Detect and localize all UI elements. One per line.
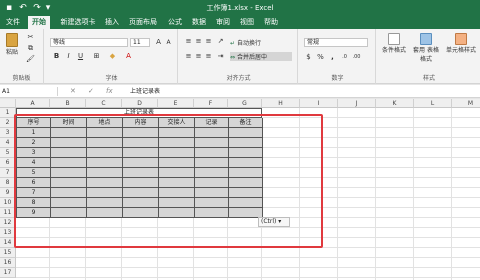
clipboard-label: 剪贴板 (12, 75, 31, 82)
tab-page-layout[interactable]: 页面布局 (126, 16, 160, 29)
column-header[interactable]: D (122, 99, 158, 108)
gridline (16, 257, 480, 258)
gridline (16, 277, 480, 278)
window-title: 工作簿1.xlsx - Excel (206, 4, 274, 12)
column-header[interactable]: E (158, 99, 194, 108)
paste-button[interactable]: 粘贴 (4, 33, 20, 56)
accounting-icon[interactable]: $ (304, 53, 313, 62)
title-bar: ▪ ↶ ↷ ▾ 工作簿1.xlsx - Excel (0, 0, 480, 16)
font-name-select[interactable]: 等线 (50, 38, 128, 47)
column-header[interactable]: G (228, 99, 262, 108)
indent-icon[interactable]: ⇥ (216, 52, 225, 61)
gridline (451, 108, 452, 280)
merge-center-button[interactable]: ⇔ 合并后居中 (230, 52, 292, 61)
tab-review[interactable]: 审阅 (214, 16, 232, 29)
alignment-group: ≡ ≡ ≡ ↗ ≡ ≡ ≡ ⇥ ↵ 自动换行 ⇔ 合并后居中 对齐方式 (180, 29, 298, 84)
column-header[interactable]: B (50, 99, 86, 108)
tab-file[interactable]: 文件 (4, 16, 22, 29)
tab-formulas[interactable]: 公式 (166, 16, 184, 29)
align-middle-icon[interactable]: ≡ (194, 37, 203, 46)
customize-quick-access-icon[interactable]: ▾ (44, 2, 52, 14)
gridline (16, 267, 480, 268)
select-all-corner[interactable] (0, 99, 16, 108)
save-icon[interactable]: ▪ (4, 2, 14, 14)
column-header[interactable]: C (86, 99, 122, 108)
format-as-table-icon (420, 33, 432, 45)
orientation-icon[interactable]: ↗ (216, 37, 225, 46)
gridline (413, 108, 414, 280)
cell-styles-icon (455, 33, 467, 45)
name-box[interactable]: A1 (2, 87, 58, 96)
row-header[interactable]: 17 (0, 268, 16, 278)
undo-icon[interactable]: ↶ (18, 2, 28, 14)
conditional-formatting-button[interactable]: 条件格式 (380, 33, 408, 54)
number-label: 数字 (331, 75, 344, 82)
paste-icon (6, 33, 18, 47)
column-header[interactable]: I (300, 99, 338, 108)
grow-font-icon[interactable]: A (154, 38, 163, 47)
tab-data[interactable]: 数据 (190, 16, 208, 29)
align-left-icon[interactable]: ≡ (184, 52, 193, 61)
fill-color-icon[interactable]: ◆ (108, 52, 117, 61)
font-size-select[interactable]: 11 (130, 38, 150, 47)
number-format-select[interactable]: 常规 (304, 38, 368, 47)
alignment-label: 对齐方式 (226, 75, 251, 82)
ribbon-tabs: 文件 开始 新建选项卡 插入 页面布局 公式 数据 审阅 视图 帮助 (0, 16, 480, 29)
redo-icon[interactable]: ↷ (32, 2, 42, 14)
cell-styles-button[interactable]: 单元格样式 (444, 33, 478, 54)
tab-view[interactable]: 视图 (238, 16, 256, 29)
paste-options-button[interactable]: (Ctrl) ▾ (258, 217, 290, 227)
copy-icon[interactable]: ⧉ (26, 44, 35, 53)
align-center-icon[interactable]: ≡ (194, 52, 203, 61)
tab-new[interactable]: 新建选项卡 (56, 16, 100, 29)
shrink-font-icon[interactable]: A (164, 38, 173, 47)
align-top-icon[interactable]: ≡ (184, 37, 193, 46)
tab-help[interactable]: 帮助 (262, 16, 280, 29)
formula-input[interactable]: 上班记录表 (130, 86, 160, 97)
border-icon[interactable]: ⊞ (92, 52, 101, 61)
italic-button[interactable]: I (64, 52, 73, 61)
tab-home[interactable]: 开始 (28, 16, 50, 29)
decrease-decimal-icon[interactable]: .00 (352, 53, 361, 62)
align-bottom-icon[interactable]: ≡ (204, 37, 213, 46)
gridline (337, 108, 338, 280)
row-header[interactable]: 15 (0, 248, 16, 258)
merge-icon: ⇔ (230, 54, 236, 61)
font-color-icon[interactable]: A (124, 52, 133, 61)
column-header[interactable]: K (376, 99, 414, 108)
styles-group: 条件格式 套用 表格格式 单元格样式 样式 (378, 29, 480, 84)
increase-decimal-icon[interactable]: .0 (340, 53, 349, 62)
row-header[interactable]: 16 (0, 258, 16, 268)
number-group: 常规 $ % , .0 .00 数字 (300, 29, 376, 84)
align-right-icon[interactable]: ≡ (204, 52, 213, 61)
formula-bar: A1 ✕ ✓ fx 上班记录表 (0, 85, 480, 98)
cancel-icon[interactable]: ✕ (70, 86, 76, 97)
column-header[interactable]: A (16, 99, 50, 108)
column-header[interactable]: F (194, 99, 228, 108)
column-header[interactable]: J (338, 99, 376, 108)
column-header[interactable]: M (452, 99, 480, 108)
highlight-rectangle (14, 114, 323, 248)
format-as-table-button[interactable]: 套用 表格格式 (412, 33, 440, 63)
conditional-formatting-icon (388, 33, 400, 45)
gridline (375, 108, 376, 280)
percent-button[interactable]: % (316, 53, 325, 62)
wrap-text-icon: ↵ (230, 40, 236, 47)
tab-insert[interactable]: 插入 (104, 16, 120, 29)
wrap-text-button[interactable]: ↵ 自动换行 (230, 38, 290, 47)
styles-label: 样式 (422, 75, 435, 82)
column-header[interactable]: H (262, 99, 300, 108)
font-group: 等线 11 A A B I U ⊞ ◆ A 字体 (46, 29, 178, 84)
underline-button[interactable]: U (76, 52, 85, 61)
bold-button[interactable]: B (52, 52, 61, 61)
comma-button[interactable]: , (328, 53, 337, 62)
clipboard-group: 粘贴 ✂ ⧉ 🖌 剪贴板 (0, 29, 44, 84)
enter-icon[interactable]: ✓ (88, 86, 94, 97)
cut-icon[interactable]: ✂ (26, 33, 35, 42)
font-label: 字体 (105, 75, 118, 82)
ribbon: 粘贴 ✂ ⧉ 🖌 剪贴板 等线 11 A A B I U ⊞ ◆ A 字体 ≡ … (0, 29, 480, 84)
column-header[interactable]: L (414, 99, 452, 108)
insert-function-icon[interactable]: fx (106, 86, 113, 97)
format-painter-icon[interactable]: 🖌 (26, 55, 35, 64)
